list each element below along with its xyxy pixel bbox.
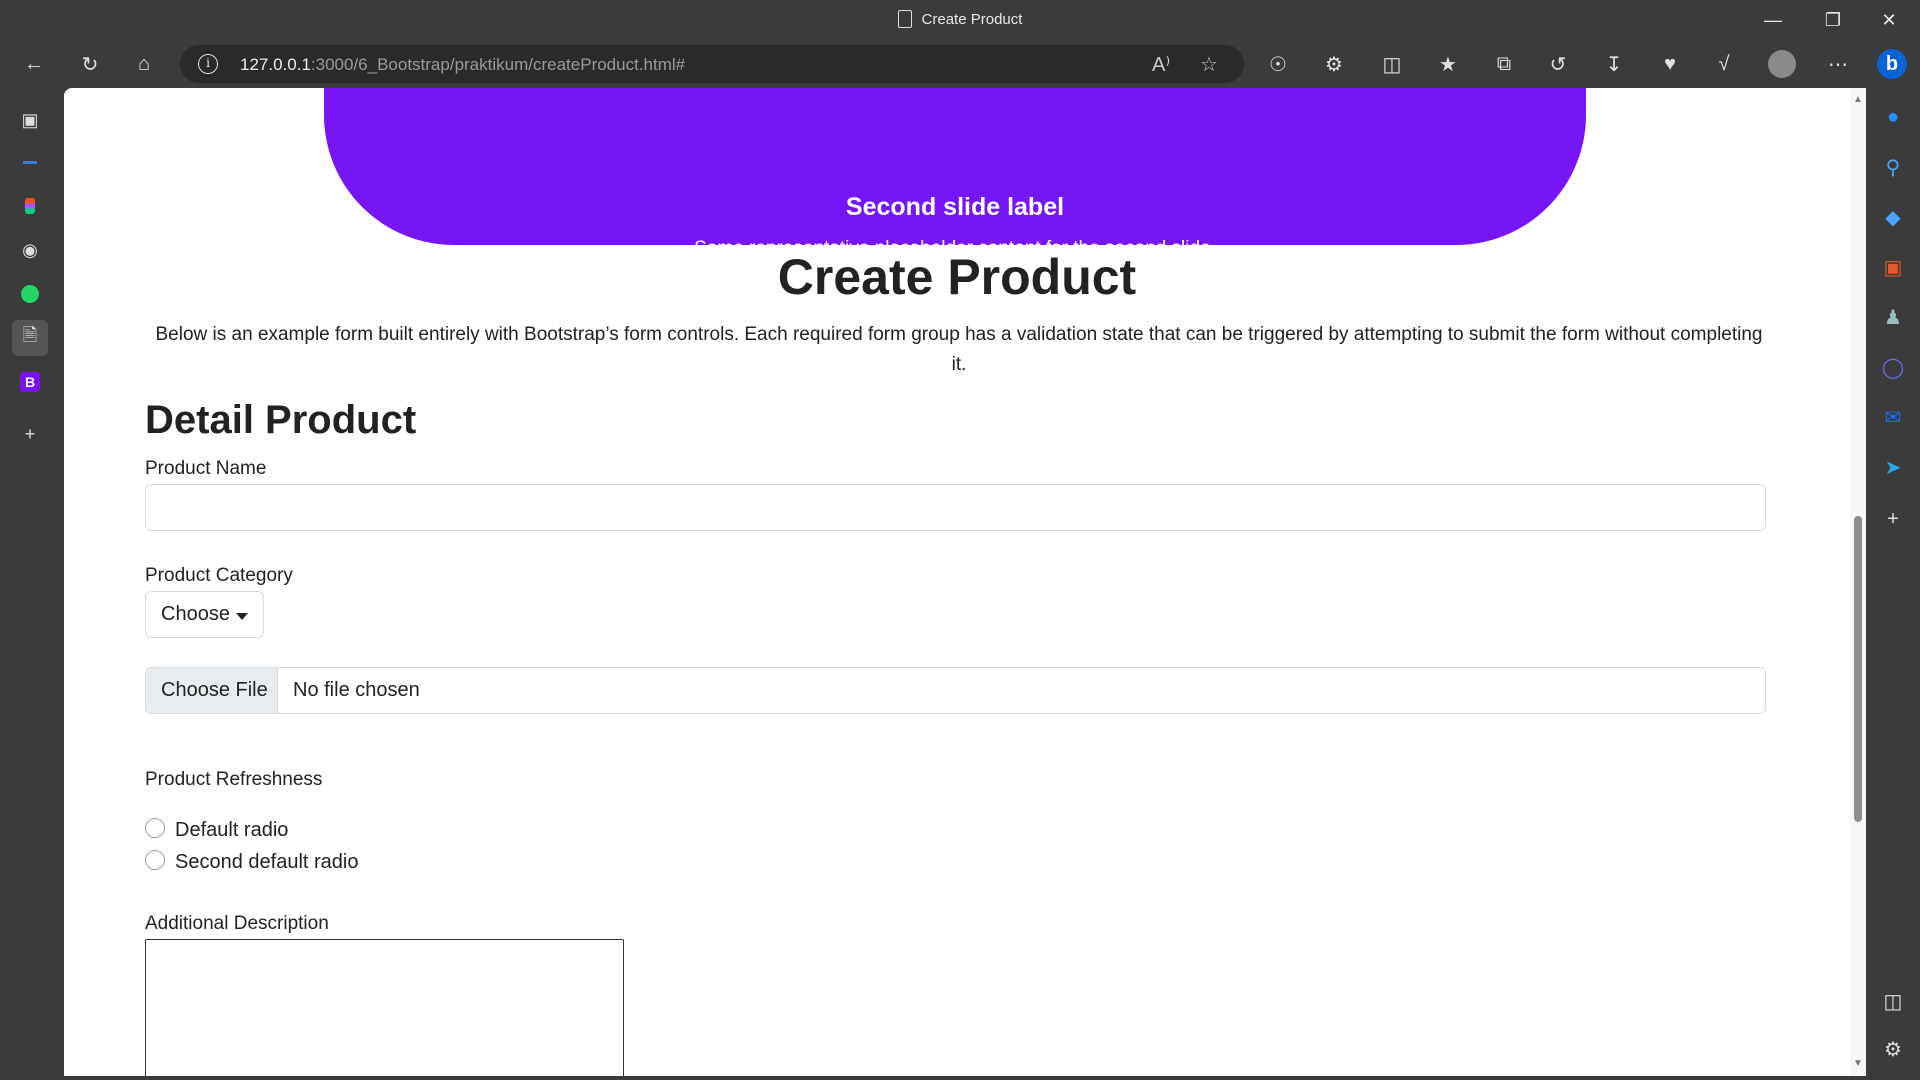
games-icon[interactable]: ♟ [1876, 300, 1910, 334]
vertical-scrollbar[interactable]: ▲ ▼ [1850, 88, 1866, 1076]
more-menu-icon[interactable]: ⋯ [1820, 48, 1856, 80]
product-category-dropdown[interactable]: Choose [145, 591, 264, 638]
search-icon[interactable]: ⚲ [1876, 150, 1910, 184]
scroll-down-icon[interactable]: ▼ [1853, 1058, 1863, 1069]
edge-sidebar: ● ⚲ ◆ ▣ ♟ ◯ ✉ ➤ + ◫ ⚙ [1866, 88, 1920, 1080]
page-viewport: Second slide label Some representative p… [64, 88, 1866, 1076]
radio-option[interactable]: Default radio [145, 818, 288, 842]
product-name-input[interactable] [145, 484, 1766, 531]
collections-icon[interactable]: ⧉ [1486, 48, 1522, 80]
restore-button[interactable]: ❐ [1810, 4, 1856, 36]
back-icon[interactable]: ← [16, 48, 52, 80]
health-icon[interactable]: ♥ [1652, 48, 1688, 80]
drop-icon[interactable]: ➤ [1876, 450, 1910, 484]
site-info-icon[interactable]: i [198, 54, 218, 74]
tools-icon[interactable]: ▣ [1876, 250, 1910, 284]
url-text[interactable]: 127.0.0.1:3000/6_Bootstrap/praktikum/cre… [240, 55, 685, 75]
description-label: Additional Description [145, 913, 329, 934]
section-title: Detail Product [145, 398, 417, 442]
file-input[interactable]: Choose File No file chosen [145, 667, 1766, 714]
profile-avatar[interactable] [1764, 48, 1800, 80]
radio-option[interactable]: Second default radio [145, 850, 358, 874]
site-favicon-icon[interactable] [12, 144, 48, 180]
caret-down-icon [236, 613, 248, 620]
favorite-star-icon[interactable]: ☆ [1200, 52, 1218, 77]
favorites-icon[interactable]: ★ [1430, 48, 1466, 80]
home-icon[interactable]: ⌂ [126, 48, 162, 80]
address-bar[interactable]: i 127.0.0.1:3000/6_Bootstrap/praktikum/c… [180, 45, 1244, 83]
close-button[interactable]: ✕ [1866, 4, 1912, 36]
product-name-label: Product Name [145, 458, 267, 479]
slide-label: Second slide label [845, 193, 1065, 221]
refresh-icon[interactable]: ↻ [72, 48, 108, 80]
sidebar-settings-icon[interactable]: ⚙ [1876, 1032, 1910, 1066]
page-title: Create Product [777, 249, 1137, 305]
window-title: Create Product [0, 10, 1920, 28]
history-icon[interactable]: ↺ [1540, 48, 1576, 80]
bootstrap-icon[interactable]: B [12, 364, 48, 400]
title-bar: Create Product — ❐ ✕ [0, 0, 1920, 40]
read-aloud-icon[interactable]: A⁾ [1152, 52, 1170, 77]
minimize-button[interactable]: — [1750, 4, 1796, 36]
product-category-label: Product Category [145, 565, 293, 586]
figma-icon[interactable] [12, 188, 48, 224]
radio-button[interactable] [145, 818, 165, 838]
file-status: No file chosen [293, 679, 420, 701]
notifications-icon[interactable]: ● [1876, 100, 1910, 134]
tab-actions-icon[interactable]: ▣ [12, 102, 48, 138]
scrollbar-thumb[interactable] [1854, 516, 1862, 822]
choose-file-button[interactable]: Choose File [146, 668, 278, 713]
add-sidebar-app-icon[interactable]: + [1876, 502, 1910, 536]
vertical-tabs: ▣ ◉ 🗎 B + [0, 88, 64, 1080]
math-solver-icon[interactable]: √ [1706, 48, 1742, 80]
hide-sidebar-icon[interactable]: ◫ [1876, 984, 1910, 1018]
copilot-icon[interactable]: ◯ [1876, 350, 1910, 384]
radio-button[interactable] [145, 850, 165, 870]
page-tab-icon[interactable]: 🗎 [12, 320, 48, 356]
split-screen-icon[interactable]: ◫ [1374, 48, 1410, 80]
extensions-icon[interactable]: ⚙ [1316, 48, 1352, 80]
github-icon[interactable]: ◉ [12, 232, 48, 268]
new-tab-icon[interactable]: + [12, 416, 48, 452]
product-freshness-label: Product Refreshness [145, 769, 323, 790]
whatsapp-icon[interactable] [12, 276, 48, 312]
scroll-up-icon[interactable]: ▲ [1853, 94, 1863, 105]
bing-copilot-icon[interactable]: b [1874, 48, 1910, 80]
browser-toolbar: ← ↻ ⌂ i 127.0.0.1:3000/6_Bootstrap/prakt… [0, 40, 1920, 88]
shopping-tag-icon[interactable]: ◆ [1876, 200, 1910, 234]
description-textarea[interactable] [145, 939, 624, 1076]
carousel[interactable]: Second slide label Some representative p… [324, 88, 1586, 297]
downloads-icon[interactable]: ↧ [1596, 48, 1632, 80]
page-icon [897, 10, 912, 28]
tracking-icon[interactable]: ☉ [1260, 48, 1296, 80]
intro-text: Below is an example form built entirely … [155, 324, 1763, 375]
outlook-icon[interactable]: ✉ [1876, 400, 1910, 434]
